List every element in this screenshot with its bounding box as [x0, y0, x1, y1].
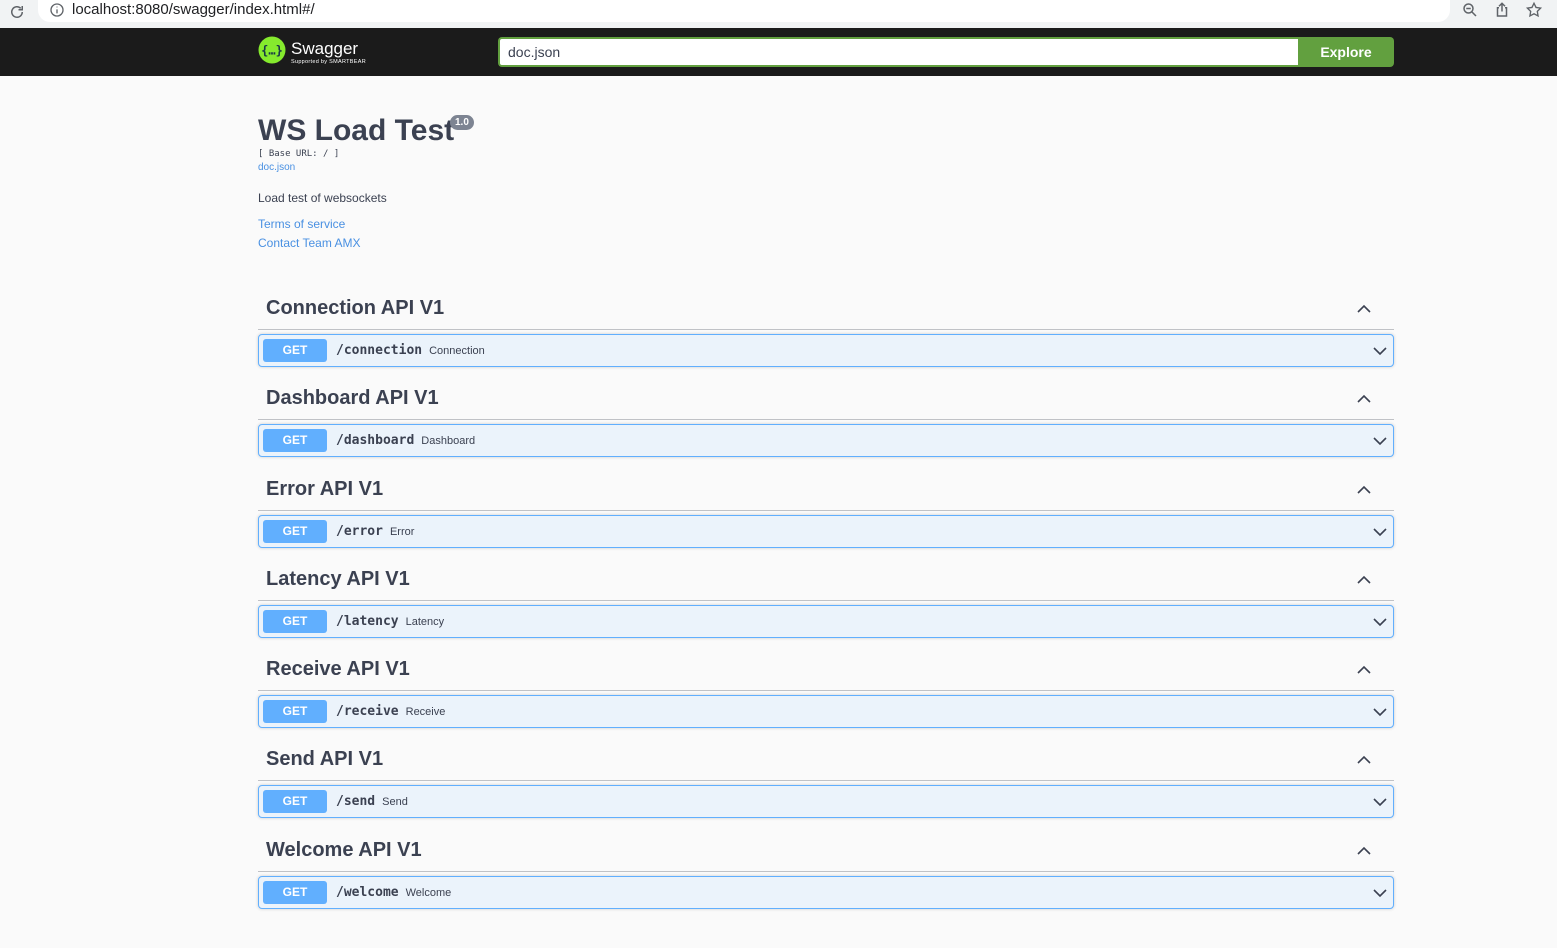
api-section: Send API V1 GET/send Send [258, 740, 1394, 820]
swagger-logo[interactable]: {…} Swagger Supported by SMARTBEAR [258, 35, 388, 71]
chevron-up-icon[interactable] [1356, 662, 1372, 678]
method-badge: GET [263, 520, 327, 543]
path-text: /dashboard [336, 433, 415, 448]
tag-title: Error API V1 [266, 478, 384, 500]
tag-title: Connection API V1 [266, 297, 445, 319]
tag-title: Welcome API V1 [266, 839, 422, 861]
tag-header[interactable]: Connection API V1 [258, 289, 1394, 330]
api-section: Error API V1 GET/error Error [258, 470, 1394, 550]
operation-path: /send Send [336, 794, 408, 809]
operation-summary: Connection [429, 345, 485, 357]
operation-summary: Dashboard [421, 435, 476, 447]
tag-header[interactable]: Send API V1 [258, 740, 1394, 781]
operation-block[interactable]: GET/welcome Welcome [258, 876, 1394, 909]
page-title: WS Load Test [258, 114, 455, 147]
site-info-icon[interactable] [49, 2, 65, 18]
method-badge: GET [263, 429, 327, 452]
path-text: /connection [336, 343, 423, 358]
tag-title: Receive API V1 [266, 658, 410, 680]
operation-summary: Welcome [405, 887, 452, 899]
api-section: Receive API V1 GET/receive Receive [258, 650, 1394, 730]
api-section: Dashboard API V1 GET/dashboard Dashboard [258, 379, 1394, 459]
api-description: Load test of websockets [258, 191, 387, 205]
path-text: /latency [336, 614, 399, 629]
operation-block[interactable]: GET/send Send [258, 785, 1394, 818]
chevron-down-icon[interactable] [1372, 343, 1388, 359]
chevron-down-icon[interactable] [1372, 704, 1388, 720]
operation-summary: Latency [405, 616, 445, 628]
path-text: /error [336, 524, 383, 539]
tag-header[interactable]: Dashboard API V1 [258, 379, 1394, 420]
share-icon[interactable] [1493, 1, 1511, 19]
operation-path: /receive Receive [336, 704, 445, 719]
chevron-down-icon[interactable] [1372, 524, 1388, 540]
operation-block[interactable]: GET/error Error [258, 515, 1394, 548]
operation-path: /latency Latency [336, 614, 444, 629]
operation-summary: Send [382, 796, 408, 808]
path-text: /welcome [336, 885, 399, 900]
operation-summary: Error [389, 526, 415, 538]
path-text: /send [336, 794, 376, 809]
tag-title: Dashboard API V1 [266, 387, 439, 409]
path-text: /receive [336, 704, 399, 719]
chevron-up-icon[interactable] [1356, 391, 1372, 407]
tag-header[interactable]: Latency API V1 [258, 560, 1394, 601]
chevron-up-icon[interactable] [1356, 572, 1372, 588]
bookmark-star-icon[interactable] [1525, 1, 1543, 19]
method-badge: GET [263, 610, 327, 633]
chevron-up-icon[interactable] [1356, 752, 1372, 768]
method-badge: GET [263, 700, 327, 723]
terms-of-service-link[interactable]: Terms of service [258, 217, 345, 231]
chevron-down-icon[interactable] [1372, 794, 1388, 810]
chevron-up-icon[interactable] [1356, 301, 1372, 317]
operation-block[interactable]: GET/connection Connection [258, 334, 1394, 367]
zoom-icon[interactable] [1461, 1, 1479, 19]
svg-text:{…}: {…} [261, 44, 283, 58]
method-badge: GET [263, 881, 327, 904]
explore-button[interactable]: Explore [1298, 37, 1394, 67]
method-badge: GET [263, 339, 327, 362]
method-badge: GET [263, 790, 327, 813]
operation-path: /connection Connection [336, 343, 485, 358]
browser-toolbar: localhost:8080/swagger/index.html#/ [0, 0, 1557, 28]
tag-header[interactable]: Welcome API V1 [258, 831, 1394, 872]
swagger-topbar: {…} Swagger Supported by SMARTBEAR Explo… [0, 28, 1557, 76]
operation-path: /dashboard Dashboard [336, 433, 475, 448]
swagger-logo-icon: {…} [258, 36, 286, 64]
operation-summary: Receive [405, 706, 446, 718]
api-section: Welcome API V1 GET/welcome Welcome [258, 831, 1394, 911]
operation-block[interactable]: GET/latency Latency [258, 605, 1394, 638]
operation-block[interactable]: GET/receive Receive [258, 695, 1394, 728]
logo-subtitle: Supported by SMARTBEAR [291, 59, 366, 65]
logo-text: Swagger [291, 39, 359, 58]
spec-url-input[interactable] [498, 37, 1298, 67]
chevron-down-icon[interactable] [1372, 885, 1388, 901]
tag-title: Send API V1 [266, 748, 384, 770]
chevron-up-icon[interactable] [1356, 482, 1372, 498]
tag-title: Latency API V1 [266, 568, 410, 590]
doc-json-link[interactable]: doc.json [258, 162, 295, 173]
api-section: Connection API V1 GET/connection Connectio… [258, 289, 1394, 369]
tag-header[interactable]: Receive API V1 [258, 650, 1394, 691]
reload-icon[interactable] [8, 3, 26, 21]
address-url[interactable]: localhost:8080/swagger/index.html#/ [72, 1, 315, 18]
operation-block[interactable]: GET/dashboard Dashboard [258, 424, 1394, 457]
chevron-down-icon[interactable] [1372, 433, 1388, 449]
version-badge: 1.0 [450, 115, 474, 130]
tag-header[interactable]: Error API V1 [258, 470, 1394, 511]
contact-link[interactable]: Contact Team AMX [258, 236, 361, 250]
base-url: [ Base URL: / ] [258, 149, 340, 159]
chevron-up-icon[interactable] [1356, 843, 1372, 859]
api-section: Latency API V1 GET/latency Latency [258, 560, 1394, 640]
chevron-down-icon[interactable] [1372, 614, 1388, 630]
operation-path: /welcome Welcome [336, 885, 451, 900]
operation-path: /error Error [336, 524, 414, 539]
